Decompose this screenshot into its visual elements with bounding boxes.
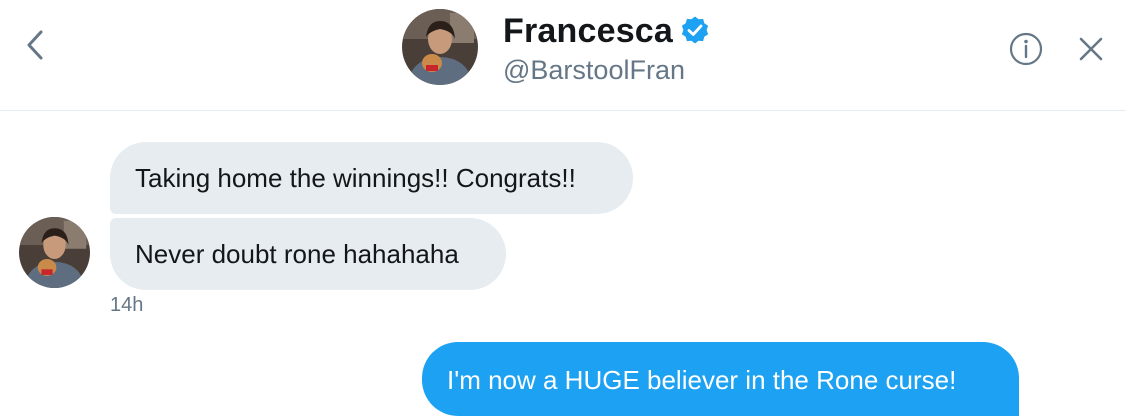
info-icon <box>1009 32 1043 66</box>
outgoing-message-bubble[interactable]: I'm now a HUGE believer in the Rone curs… <box>422 342 1019 416</box>
incoming-message-bubble[interactable]: Never doubt rone hahahaha <box>110 218 506 290</box>
conversation-header: Francesca @BarstoolFran <box>0 0 1126 111</box>
contact-avatar[interactable] <box>402 9 478 85</box>
contact-name: Francesca <box>503 11 674 50</box>
contact-handle: @BarstoolFran <box>503 55 685 85</box>
back-button[interactable] <box>18 28 52 62</box>
verified-badge-icon <box>679 15 711 47</box>
sender-avatar[interactable] <box>19 217 90 288</box>
incoming-message-bubble[interactable]: Taking home the winnings!! Congrats!! <box>110 142 633 214</box>
contact-name-row: Francesca <box>503 10 711 52</box>
close-button[interactable] <box>1073 31 1109 67</box>
chevron-left-icon <box>27 30 43 60</box>
message-timestamp: 14h <box>110 294 144 316</box>
close-icon <box>1079 37 1103 61</box>
conversation-info-button[interactable] <box>1008 31 1044 67</box>
